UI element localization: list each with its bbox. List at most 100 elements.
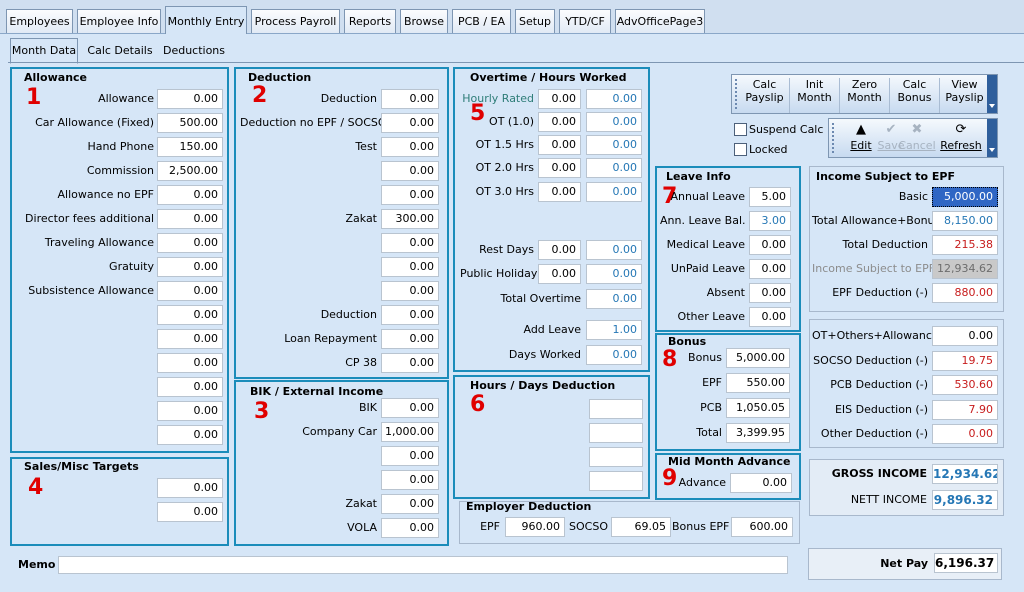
employer-socso-field[interactable]: 69.05 xyxy=(611,517,671,537)
leave-field-3[interactable]: 0.00 xyxy=(749,235,791,255)
total-overtime-field[interactable]: 0.00 xyxy=(586,289,642,309)
overtime-amount-5[interactable]: 0.00 xyxy=(586,182,642,202)
sales-target-1[interactable]: 0.00 xyxy=(157,478,223,498)
toolbar-button-5[interactable]: View Payslip xyxy=(940,78,990,113)
advance-field[interactable]: 0.00 xyxy=(730,473,792,493)
toolbar-grip[interactable] xyxy=(735,79,738,109)
epf-field-2[interactable]: 8,150.00 xyxy=(932,211,998,231)
toolbar-button-2[interactable]: Init Month xyxy=(790,78,840,113)
allowance-field-14[interactable]: 0.00 xyxy=(157,401,223,421)
overtime-amount-2[interactable]: 0.00 xyxy=(586,112,642,132)
subtab-calc-details[interactable]: Calc Details xyxy=(84,40,156,62)
deduction-field-5[interactable]: 0.00 xyxy=(381,185,439,205)
tab-browse[interactable]: Browse xyxy=(400,9,448,33)
nett-income-field[interactable]: 9,896.32 xyxy=(932,490,998,510)
deduction-field-1[interactable]: 0.00 xyxy=(381,89,439,109)
deduction-field-11[interactable]: 0.00 xyxy=(381,329,439,349)
tab-setup[interactable]: Setup xyxy=(515,9,555,33)
others-field-4[interactable]: 7.90 xyxy=(932,399,998,420)
edit-toolbar-grip[interactable] xyxy=(832,123,835,153)
bonus-field-2[interactable]: 550.00 xyxy=(726,373,790,393)
overtime-hours-7[interactable]: 0.00 xyxy=(538,264,581,284)
overtime-hours-1[interactable]: 0.00 xyxy=(538,89,581,109)
bonus-field-1[interactable]: 5,000.00 xyxy=(726,348,790,368)
allowance-field-3[interactable]: 150.00 xyxy=(157,137,223,157)
leave-field-1[interactable]: 5.00 xyxy=(749,187,791,207)
hours-field-1[interactable] xyxy=(589,399,643,419)
deduction-field-3[interactable]: 0.00 xyxy=(381,137,439,157)
tab-monthly-entry[interactable]: Monthly Entry xyxy=(165,6,247,34)
tab-advofficepage3[interactable]: AdvOfficePage3 xyxy=(615,9,705,33)
leave-field-2[interactable]: 3.00 xyxy=(749,211,791,231)
net-pay-field[interactable]: 6,196.37 xyxy=(934,553,998,573)
toolbar-button-3[interactable]: Zero Month xyxy=(840,78,890,113)
tab-employee-info[interactable]: Employee Info xyxy=(77,9,161,33)
memo-input[interactable] xyxy=(58,556,788,574)
overtime-amount-1[interactable]: 0.00 xyxy=(586,89,642,109)
overtime-amount-7[interactable]: 0.00 xyxy=(586,264,642,284)
toolbar-button-1[interactable]: Calc Payslip xyxy=(740,78,790,113)
employer-epf-field[interactable]: 960.00 xyxy=(505,517,565,537)
others-field-3[interactable]: 530.60 xyxy=(932,375,998,395)
allowance-field-12[interactable]: 0.00 xyxy=(157,353,223,373)
cancel-button[interactable]: ✖ Cancel xyxy=(893,121,941,157)
allowance-field-10[interactable]: 0.00 xyxy=(157,305,223,325)
allowance-field-11[interactable]: 0.00 xyxy=(157,329,223,349)
deduction-field-6[interactable]: 300.00 xyxy=(381,209,439,229)
allowance-field-6[interactable]: 0.00 xyxy=(157,209,223,229)
allowance-field-15[interactable]: 0.00 xyxy=(157,425,223,445)
overtime-amount-4[interactable]: 0.00 xyxy=(586,158,642,178)
hours-field-4[interactable] xyxy=(589,471,643,491)
hours-field-3[interactable] xyxy=(589,447,643,467)
leave-field-5[interactable]: 0.00 xyxy=(749,283,791,303)
epf-field-3[interactable]: 215.38 xyxy=(932,235,998,255)
deduction-field-7[interactable]: 0.00 xyxy=(381,233,439,253)
allowance-field-13[interactable]: 0.00 xyxy=(157,377,223,397)
deduction-field-9[interactable]: 0.00 xyxy=(381,281,439,301)
bik-field-4[interactable]: 0.00 xyxy=(381,470,439,490)
bik-field-2[interactable]: 1,000.00 xyxy=(381,422,439,442)
overtime-hours-5[interactable]: 0.00 xyxy=(538,182,581,202)
bik-field-3[interactable]: 0.00 xyxy=(381,446,439,466)
suspend-calc-checkbox[interactable] xyxy=(734,123,747,136)
others-field-2[interactable]: 19.75 xyxy=(932,350,998,371)
toolbar-button-4[interactable]: Calc Bonus xyxy=(890,78,940,113)
epf-field-1[interactable]: 5,000.00 xyxy=(932,187,998,207)
bik-field-1[interactable]: 0.00 xyxy=(381,398,439,418)
locked-checkbox[interactable] xyxy=(734,143,747,156)
allowance-field-8[interactable]: 0.00 xyxy=(157,257,223,277)
others-field-1[interactable]: 0.00 xyxy=(932,326,998,346)
deduction-field-4[interactable]: 0.00 xyxy=(381,161,439,181)
subtab-deductions[interactable]: Deductions xyxy=(160,40,228,62)
tab-pcb-ea[interactable]: PCB / EA xyxy=(452,9,511,33)
deduction-field-10[interactable]: 0.00 xyxy=(381,305,439,325)
toolbar-overflow-button[interactable] xyxy=(987,75,997,113)
refresh-button[interactable]: ⟳ Refresh xyxy=(937,121,985,157)
overtime-hours-6[interactable]: 0.00 xyxy=(538,240,581,260)
allowance-field-7[interactable]: 0.00 xyxy=(157,233,223,253)
deduction-field-12[interactable]: 0.00 xyxy=(381,353,439,373)
deduction-field-2[interactable]: 0.00 xyxy=(381,113,439,133)
allowance-field-4[interactable]: 2,500.00 xyxy=(157,161,223,181)
allowance-field-5[interactable]: 0.00 xyxy=(157,185,223,205)
deduction-field-8[interactable]: 0.00 xyxy=(381,257,439,277)
tab-process-payroll[interactable]: Process Payroll xyxy=(251,9,340,33)
epf-field-5[interactable]: 880.00 xyxy=(932,283,998,303)
epf-field-4[interactable]: 12,934.62 xyxy=(932,259,998,279)
tab-ytd-cf[interactable]: YTD/CF xyxy=(559,9,611,33)
days-worked-field[interactable]: 0.00 xyxy=(586,345,642,365)
employer-bonus-epf-field[interactable]: 600.00 xyxy=(731,517,793,537)
overtime-amount-3[interactable]: 0.00 xyxy=(586,135,642,155)
overtime-hours-3[interactable]: 0.00 xyxy=(538,135,581,155)
edit-toolbar-overflow-button[interactable] xyxy=(987,119,997,157)
subtab-month-data[interactable]: Month Data xyxy=(10,38,78,64)
gross-income-field[interactable]: 12,934.62 xyxy=(932,464,998,484)
sales-target-2[interactable]: 0.00 xyxy=(157,502,223,522)
allowance-field-2[interactable]: 500.00 xyxy=(157,113,223,133)
overtime-amount-6[interactable]: 0.00 xyxy=(586,240,642,260)
allowance-field-9[interactable]: 0.00 xyxy=(157,281,223,301)
hours-field-2[interactable] xyxy=(589,423,643,443)
bonus-field-4[interactable]: 3,399.95 xyxy=(726,423,790,443)
others-field-5[interactable]: 0.00 xyxy=(932,424,998,444)
bik-field-6[interactable]: 0.00 xyxy=(381,518,439,538)
